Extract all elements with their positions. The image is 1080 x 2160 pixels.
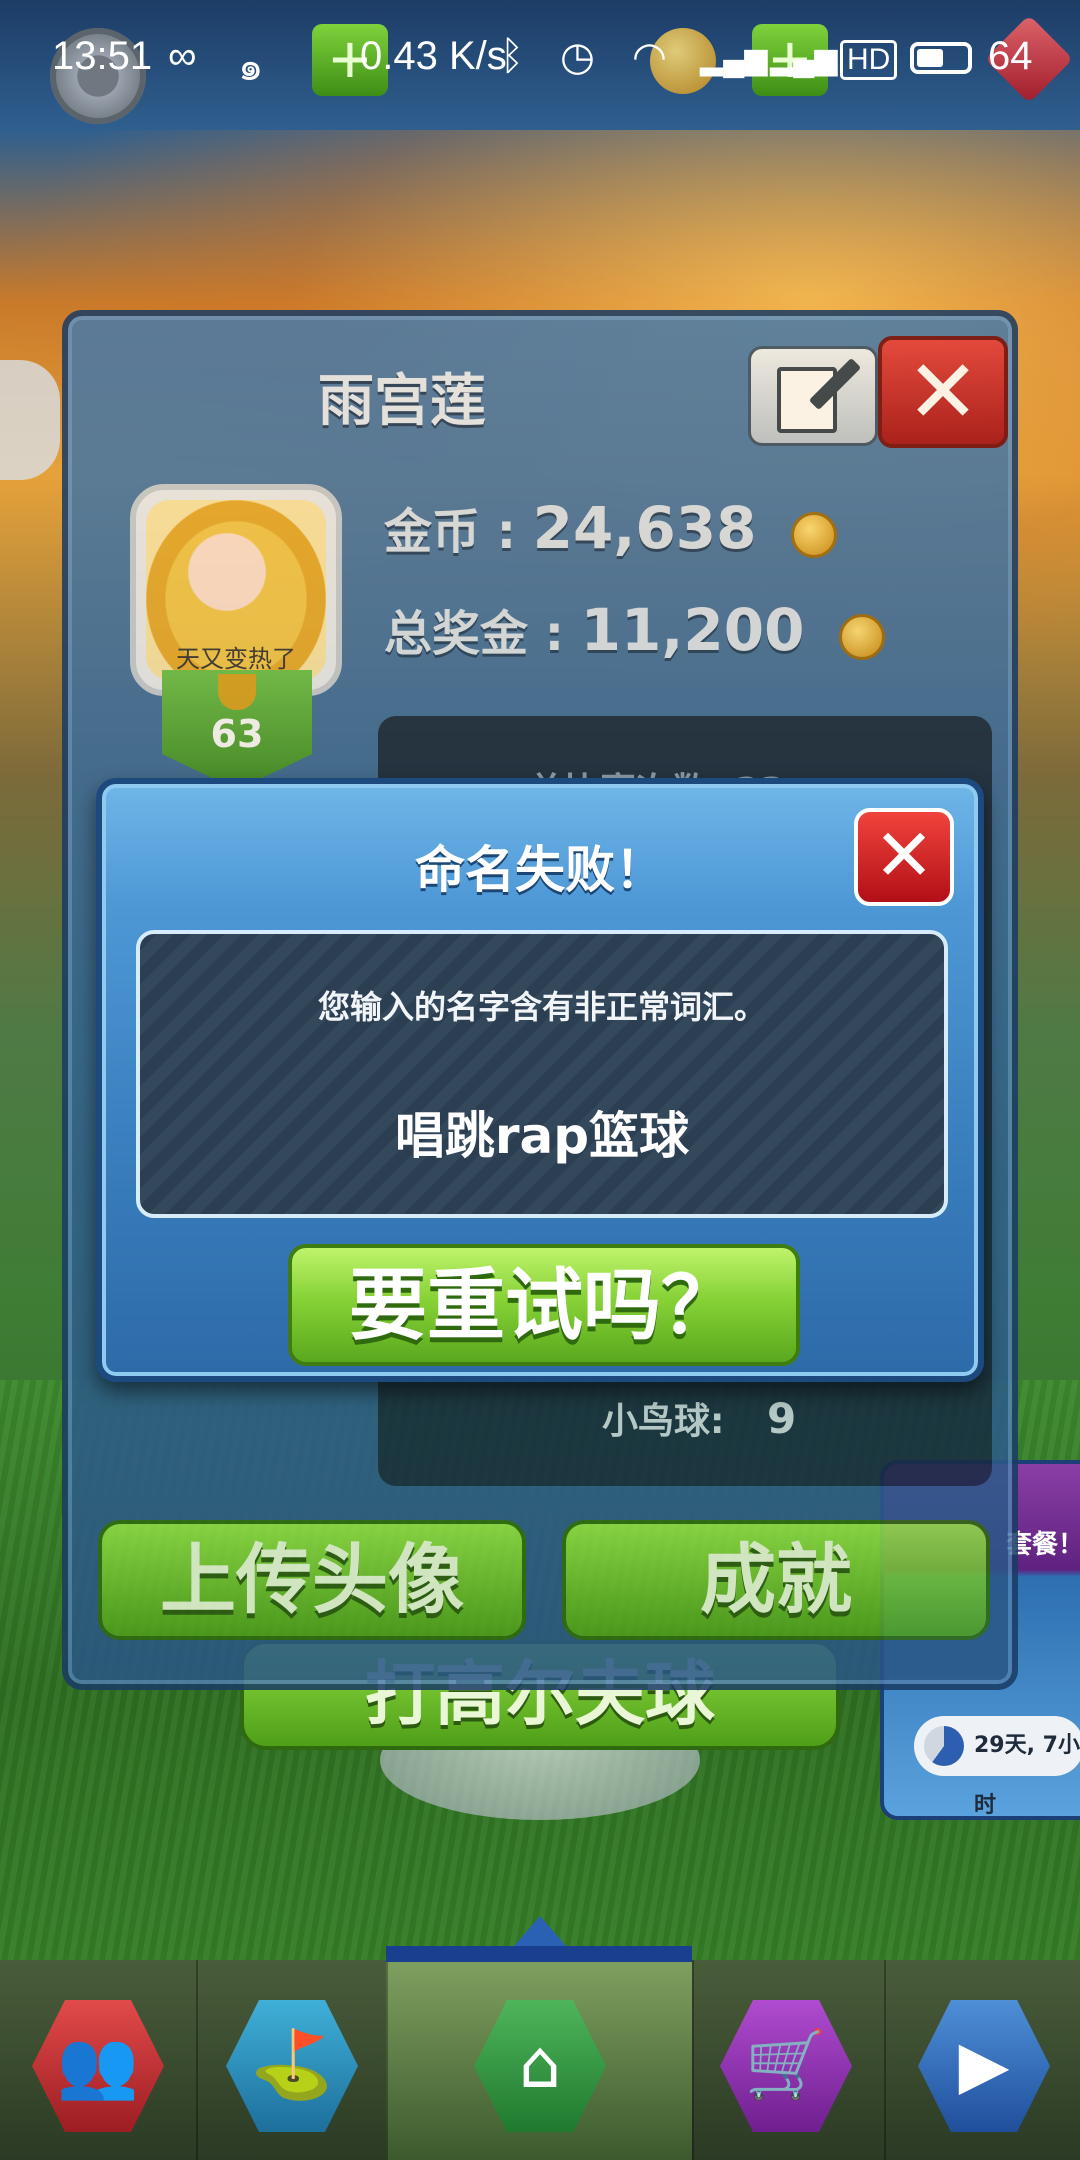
promo-timer: 29天, 7小时 — [914, 1716, 1080, 1818]
nav-friends[interactable]: 👥 — [32, 2000, 164, 2132]
entered-name: 唱跳rap篮球 — [394, 1107, 690, 1165]
message-box: 您输入的名字含有非正常词汇。 唱跳rap篮球 — [136, 930, 948, 1218]
upload-avatar-button[interactable]: 上传头像 — [98, 1520, 526, 1640]
retry-button[interactable]: 要重试吗？ — [288, 1244, 800, 1366]
cart-glyph: 🛒 — [744, 2026, 828, 2103]
player-name: 雨宫莲 — [318, 369, 486, 434]
golf-bag-glyph: ⛳ — [250, 2026, 334, 2103]
alarm-icon: ◷ — [560, 35, 595, 79]
trophy-icon — [218, 674, 256, 710]
coins-value: 24,638 — [532, 494, 757, 562]
prize-value: 11,200 — [580, 596, 805, 664]
nav-divider — [692, 1960, 694, 2160]
edit-name-button[interactable] — [748, 346, 878, 446]
side-badge — [0, 360, 60, 480]
signal-4g-icon-2: ▂▄▆ — [770, 43, 838, 76]
birdies-label: 小鸟球: — [602, 1401, 725, 1442]
signal-4g-icon: ▂▄▆ — [700, 43, 768, 76]
prize-label: 总奖金 : — [384, 606, 564, 662]
rank-badge: 63 — [162, 670, 312, 790]
dialog-title: 命名失败！ — [415, 841, 665, 899]
friends-glyph: 👥 — [56, 2026, 140, 2103]
close-icon: ✕ — [906, 340, 980, 443]
nav-home[interactable]: ⌂ — [474, 2000, 606, 2132]
avatar-image: 天又变热了 — [146, 500, 326, 680]
battery-icon — [910, 42, 972, 74]
birdies-stat: 小鸟球: 9 — [602, 1392, 796, 1444]
hd-icon: HD — [840, 40, 898, 80]
status-bar: + + 13:51 ∞ ๑ 0.43 K/s ᛒ ◷ ◠ ▂▄▆ ▂▄▆ HD … — [0, 0, 1080, 124]
home-glyph: ⌂ — [519, 2026, 561, 2103]
close-icon: ✕ — [873, 813, 935, 897]
close-profile-button[interactable]: ✕ — [878, 336, 1008, 448]
coin-icon — [839, 614, 886, 660]
coin-icon — [791, 512, 838, 558]
prize-stat: 总奖金 : 11,200 — [384, 594, 886, 664]
naming-failed-dialog: 命名失败！ ✕ 您输入的名字含有非正常词汇。 唱跳rap篮球 要重试吗？ — [96, 778, 984, 1382]
video-glyph: ▶ — [958, 2026, 1010, 2103]
infinity-icon: ∞ — [168, 34, 197, 78]
nav-divider — [884, 1960, 886, 2160]
coins-label: 金币 : — [384, 504, 516, 560]
achievements-button[interactable]: 成就 — [562, 1520, 990, 1640]
avatar[interactable]: 天又变热了 — [130, 484, 342, 696]
battery-level: 64 — [988, 34, 1033, 78]
nav-shop[interactable]: 🛒 — [720, 2000, 852, 2132]
birdies-value: 9 — [766, 1394, 797, 1443]
rank-level: 63 — [210, 712, 264, 756]
nav-active-indicator — [386, 1916, 692, 1962]
close-dialog-button[interactable]: ✕ — [854, 808, 954, 906]
coins-stat: 金币 : 24,638 — [384, 492, 838, 562]
nav-divider — [386, 1960, 388, 2160]
bluetooth-icon: ᛒ — [500, 34, 524, 78]
error-message: 您输入的名字含有非正常词汇。 — [317, 988, 766, 1026]
status-time: 13:51 — [52, 34, 153, 78]
wifi-icon: ◠ — [632, 35, 667, 79]
nav-golf-bag[interactable]: ⛳ — [226, 2000, 358, 2132]
nav-video[interactable]: ▶ — [918, 2000, 1050, 2132]
net-speed: 0.43 K/s — [360, 34, 507, 78]
avatar-caption: 天又变热了 — [176, 645, 296, 673]
sync-icon: ๑ — [238, 45, 264, 89]
nav-divider — [196, 1960, 198, 2160]
clock-icon — [924, 1726, 964, 1766]
